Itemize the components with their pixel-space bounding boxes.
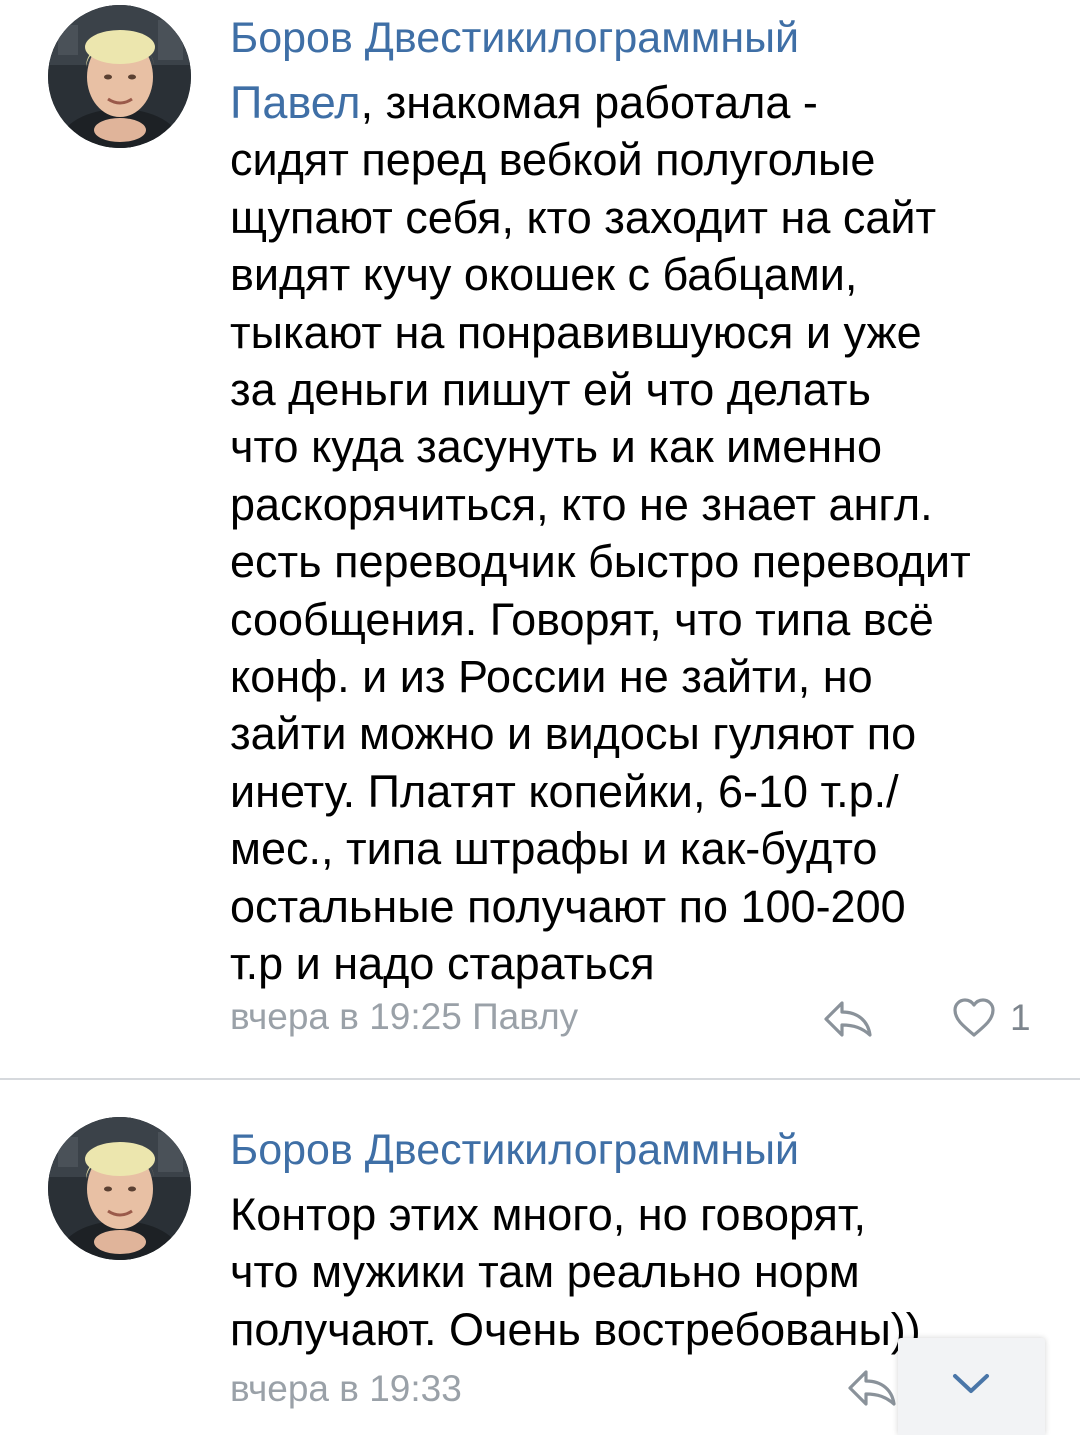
comment-line: есть переводчик быстро переводит bbox=[230, 536, 971, 588]
comment-line: Контор этих много, но говорят, bbox=[230, 1189, 867, 1240]
reply-arrow-icon[interactable] bbox=[822, 997, 874, 1041]
user-avatar-photo bbox=[48, 5, 191, 148]
chevron-down-icon bbox=[953, 1374, 989, 1393]
comment-line: за деньги пишут ей что делать bbox=[230, 364, 871, 416]
comment-line-text: , знакомая работала - bbox=[360, 77, 818, 128]
comment-line: инету. Платят копейки, 6-10 т.р./ bbox=[230, 765, 899, 817]
comment-author-link[interactable]: Боров Двестикилограммный bbox=[230, 1126, 799, 1174]
comment-line: т.р и надо стараться bbox=[230, 938, 655, 990]
avatar[interactable] bbox=[48, 5, 191, 148]
comment-line: сидят перед вебкой полуголые bbox=[230, 134, 876, 186]
comment-line: что куда засунуть и как именно bbox=[230, 421, 882, 473]
reply-arrow-icon[interactable] bbox=[846, 1366, 898, 1410]
heart-outline-icon[interactable] bbox=[952, 997, 996, 1039]
avatar[interactable] bbox=[48, 1117, 191, 1260]
comment-timestamp[interactable]: вчера в 19:33 bbox=[230, 1369, 462, 1409]
comment-text: Контор этих много, но говорят, что мужик… bbox=[230, 1186, 1050, 1358]
like-count: 1 bbox=[1010, 997, 1031, 1038]
comment-line: сообщения. Говорят, что типа всё bbox=[230, 593, 934, 645]
comment-line: щупают себя, кто заходит на сайт bbox=[230, 191, 937, 243]
comment-line: видят кучу окошек с бабцами, bbox=[230, 249, 858, 301]
user-avatar-photo bbox=[48, 1117, 191, 1260]
comment-line: конф. и из России не зайти, но bbox=[230, 651, 873, 703]
comment-line: что мужики там реально норм bbox=[230, 1246, 860, 1298]
comment-line: остальные получают по 100-200 bbox=[230, 880, 906, 932]
scroll-down-button[interactable] bbox=[898, 1338, 1045, 1435]
comment-line: тыкают на понравившуюся и уже bbox=[230, 306, 922, 358]
comment-divider bbox=[0, 1078, 1080, 1080]
comment-line: мес., типа штрафы и как-будто bbox=[230, 823, 878, 875]
comment-line: раскорячиться, кто не знает англ. bbox=[230, 478, 933, 530]
comment-text: Павел, знакомая работала - сидят перед в… bbox=[230, 74, 1050, 993]
mention-link[interactable]: Павел bbox=[230, 77, 361, 128]
comment-line: Павел, знакомая работала - bbox=[230, 74, 1050, 131]
comment-line: зайти можно и видосы гуляют по bbox=[230, 708, 917, 760]
comment-timestamp[interactable]: вчера в 19:25 Павлу bbox=[230, 997, 578, 1037]
comment-author-link[interactable]: Боров Двестикилограммный bbox=[230, 14, 799, 62]
